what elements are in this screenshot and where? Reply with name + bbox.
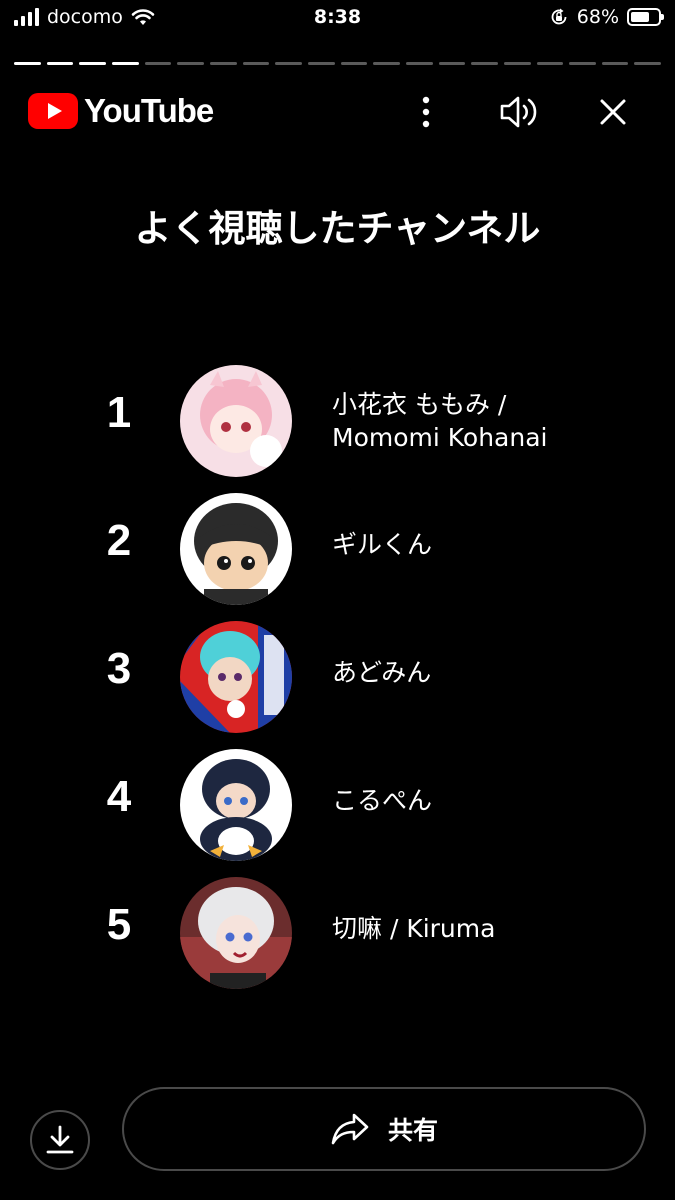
progress-segment <box>46 62 74 65</box>
channel-name-line1: 切嘛 / Kiruma <box>332 914 496 943</box>
youtube-play-icon <box>28 93 78 129</box>
share-icon <box>331 1113 369 1145</box>
avatar <box>180 493 292 605</box>
volume-button[interactable] <box>498 90 542 134</box>
more-vert-icon <box>422 96 430 128</box>
download-icon <box>46 1125 74 1154</box>
progress-segment <box>536 62 564 65</box>
avatar-image <box>180 365 292 477</box>
progress-segment <box>438 62 466 65</box>
channel-row[interactable]: 1 小花衣 ももみ / Momomi Kohanai <box>0 355 675 477</box>
download-button[interactable] <box>30 1110 90 1170</box>
progress-segment <box>275 62 302 65</box>
orientation-lock-icon <box>551 8 567 25</box>
progress-segment <box>79 62 106 65</box>
youtube-logo: YouTube <box>28 92 214 130</box>
avatar <box>180 621 292 733</box>
volume-icon <box>500 96 537 128</box>
status-right: 68% <box>549 6 664 28</box>
story-progress <box>14 62 662 66</box>
avatar <box>180 877 292 989</box>
rank-number: 1 <box>106 388 132 437</box>
avatar-image <box>180 877 292 989</box>
progress-segment <box>340 62 368 65</box>
more-options-button[interactable] <box>404 90 448 134</box>
channel-name-line1: こるぺん <box>332 786 433 815</box>
avatar-image <box>180 493 292 605</box>
channel-name: こるぺん <box>332 784 652 817</box>
progress-segment <box>471 62 498 65</box>
channel-name: 小花衣 ももみ / Momomi Kohanai <box>332 388 652 454</box>
brand-label: YouTube <box>84 92 214 129</box>
avatar <box>180 365 292 477</box>
progress-segment <box>503 62 531 65</box>
progress-segment <box>144 62 172 65</box>
rank-number: 3 <box>106 644 132 693</box>
rank-number: 4 <box>106 772 132 821</box>
rank-number: 2 <box>106 516 132 565</box>
progress-segment <box>405 62 433 65</box>
channel-name-line1: 小花衣 ももみ / <box>332 390 507 419</box>
progress-segment <box>373 62 400 65</box>
channel-name: 切嘛 / Kiruma <box>332 912 652 945</box>
status-bar: docomo 8:38 68% <box>0 0 675 40</box>
channel-name: あどみん <box>332 656 652 689</box>
progress-segment <box>634 62 662 65</box>
channel-row[interactable]: 5 切嘛 / Kiruma <box>0 867 675 989</box>
rank-number: 5 <box>106 900 132 949</box>
battery-icon <box>627 8 664 26</box>
share-button[interactable]: 共有 <box>122 1087 646 1171</box>
battery-level <box>631 12 649 22</box>
avatar-image <box>180 621 292 733</box>
progress-segment <box>111 62 139 65</box>
channel-row[interactable]: 2 ギルくん <box>0 483 675 605</box>
close-button[interactable] <box>591 90 635 134</box>
progress-segment <box>177 62 204 65</box>
channel-row[interactable]: 3 あどみん <box>0 611 675 733</box>
progress-segment <box>209 62 237 65</box>
channel-name-line1: ギルくん <box>332 530 433 559</box>
progress-segment <box>242 62 270 65</box>
channel-name-line1: あどみん <box>332 658 432 687</box>
battery-percent: 68% <box>576 6 619 28</box>
share-label: 共有 <box>387 1116 438 1145</box>
progress-segment <box>14 62 41 65</box>
avatar <box>180 749 292 861</box>
progress-segment <box>569 62 596 65</box>
channel-name-line2: Momomi Kohanai <box>332 423 548 452</box>
channel-name: ギルくん <box>332 528 652 561</box>
header: YouTube <box>0 84 675 136</box>
page-title: よく視聴したチャンネル <box>134 207 541 250</box>
close-icon <box>600 99 626 125</box>
avatar-image <box>180 749 292 861</box>
progress-segment <box>601 62 629 65</box>
progress-segment <box>307 62 335 65</box>
channel-row[interactable]: 4 こるぺん <box>0 739 675 861</box>
